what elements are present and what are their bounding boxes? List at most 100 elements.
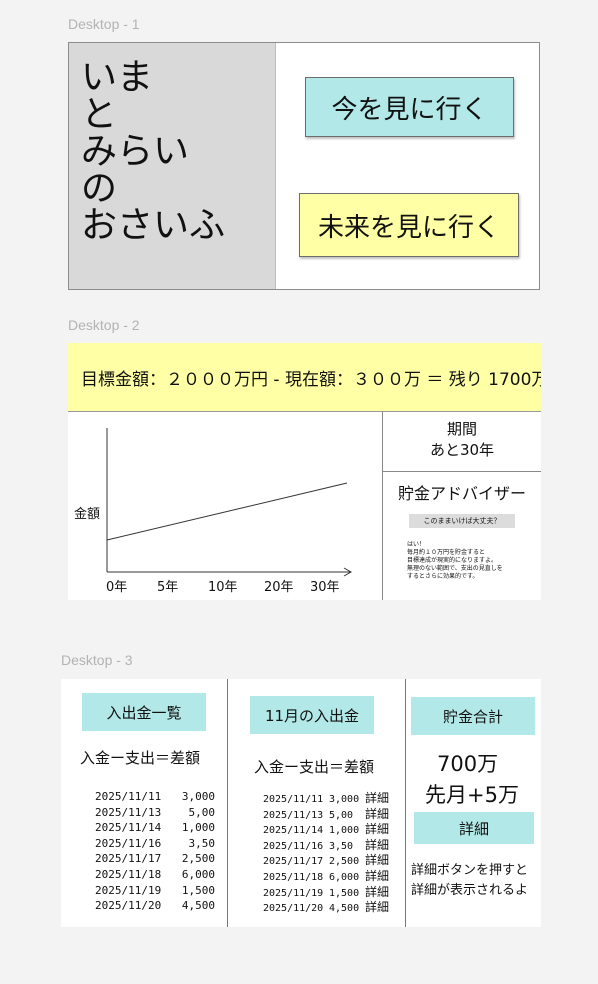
list-item: 2025/11/17 2,500 詳細 <box>263 853 389 869</box>
chart-x-tick: 5年 <box>157 580 179 595</box>
transaction-date: 2025/11/16 <box>263 840 324 852</box>
list-item: 2025/11/18 6,000 詳細 <box>263 869 389 885</box>
list-item: 2025/11/18 6,000 <box>95 867 215 883</box>
advisor-title: 貯金アドバイザー <box>397 484 526 503</box>
panel-divider <box>382 471 541 472</box>
app-title-line: おさいふ <box>81 205 226 246</box>
advisor-answer-line: するとさらに効果的です。 <box>407 573 479 580</box>
monthly-transaction-list: 2025/11/11 3,000 詳細 2025/11/13 5,00 詳細 2025/11… <box>263 791 389 916</box>
list-item: 2025/11/13 5,00 詳細 <box>263 807 389 823</box>
savings-trend-line <box>106 482 348 541</box>
detail-link[interactable]: 詳細 <box>365 853 389 867</box>
transaction-amount: 4,500 <box>329 903 360 915</box>
detail-link[interactable]: 詳細 <box>365 838 389 852</box>
transaction-amount: 1,000 <box>181 821 215 835</box>
transaction-date: 2025/11/11 <box>95 790 162 803</box>
detail-link[interactable]: 詳細 <box>365 885 389 899</box>
view-now-button[interactable]: 今を見に行く <box>305 77 514 137</box>
transaction-amount: 6,000 <box>329 871 360 883</box>
app-title-line: と <box>81 94 118 135</box>
advisor-answer: はい！ 毎月約１０万円を貯金すると 目標達成が現実的になりますよ。 無理のない範… <box>407 541 539 581</box>
app-title-line: いま <box>81 57 154 98</box>
transaction-amount: 5,00 <box>188 805 216 819</box>
detail-note-line: 詳細ボタンを押すと <box>411 863 529 878</box>
transaction-date: 2025/11/16 <box>95 836 162 850</box>
period-value: あと30年 <box>429 441 495 459</box>
chart-x-tick: 0年 <box>106 580 128 595</box>
transaction-date: 2025/11/11 <box>263 794 324 805</box>
chart-x-tick: 10年 <box>208 580 238 595</box>
desktop-3-frame: 入出金一覧 入金ー支出＝差額 2025/11/11 3,000 2025/11/13… <box>61 679 541 927</box>
advisor-question-button[interactable]: このままいけば大丈夫？ <box>409 514 515 528</box>
detail-button[interactable]: 詳細 <box>414 812 534 844</box>
view-future-button[interactable]: 未来を見に行く <box>299 193 519 257</box>
savings-total-header: 貯金合計 <box>411 697 535 735</box>
app-title-panel: いま と みらい の おさいふ <box>69 43 276 289</box>
list-item: 2025/11/13 5,00 <box>95 805 215 821</box>
transaction-amount: 1,500 <box>181 883 215 897</box>
chart-y-label: 金額 <box>74 507 101 522</box>
app-title-line: の <box>81 168 118 209</box>
transaction-amount: 5,00 <box>329 809 354 821</box>
transaction-date: 2025/11/19 <box>95 883 162 897</box>
list-item: 2025/11/20 4,500 詳細 <box>263 900 389 916</box>
chart-x-tick: 20年 <box>264 580 294 595</box>
list-item: 2025/11/19 1,500 詳細 <box>263 885 389 901</box>
formula-label: 入金ー支出＝差額 <box>80 749 201 767</box>
app-title: いま と みらい の おさいふ <box>69 59 225 244</box>
monthly-transactions-header: 11月の入出金 <box>250 696 374 734</box>
transaction-amount: 3,50 <box>188 836 216 850</box>
list-item: 2025/11/14 1,000 詳細 <box>263 822 389 838</box>
goal-banner: 目標金額：２０００万円 - 現在額：３００万 ＝ 残り 1700万 <box>68 343 541 412</box>
list-item: 2025/11/20 4,500 <box>95 898 215 914</box>
transaction-amount: 6,000 <box>181 867 215 881</box>
savings-diff-value: 先月+5万 <box>425 783 519 807</box>
transaction-date: 2025/11/13 <box>95 805 162 819</box>
list-item: 2025/11/19 1,500 <box>95 883 215 899</box>
transaction-date: 2025/11/17 <box>263 856 324 868</box>
transaction-date: 2025/11/19 <box>263 887 324 899</box>
list-item: 2025/11/16 3,50 詳細 <box>263 838 389 854</box>
transaction-amount: 4,500 <box>181 899 215 913</box>
savings-chart <box>106 428 353 577</box>
transaction-amount: 3,000 <box>181 790 215 803</box>
transaction-amount: 2,500 <box>181 852 215 866</box>
transaction-amount: 1,500 <box>329 887 360 899</box>
detail-link[interactable]: 詳細 <box>365 822 389 836</box>
advisor-answer-line: 毎月約１０万円を貯金すると <box>407 549 486 556</box>
transaction-date: 2025/11/18 <box>95 867 162 881</box>
list-item: 2025/11/16 3,50 <box>95 836 215 852</box>
transaction-date: 2025/11/14 <box>263 825 324 837</box>
list-item: 2025/11/11 3,000 詳細 <box>263 791 389 807</box>
transaction-amount: 2,500 <box>329 856 360 868</box>
frame-label-desktop-1: Desktop - 1 <box>68 16 140 32</box>
transaction-list: 2025/11/11 3,000 2025/11/13 5,00 2025/11/14 1… <box>95 789 215 914</box>
savings-total-value: 700万 <box>437 752 499 776</box>
transaction-list-header: 入出金一覧 <box>82 693 206 731</box>
detail-note: 詳細ボタンを押すと 詳細が表示されるよ <box>411 861 528 901</box>
detail-link[interactable]: 詳細 <box>365 791 389 805</box>
transaction-amount: 1,000 <box>329 825 360 837</box>
column-divider <box>405 679 406 927</box>
desktop-1-frame: いま と みらい の おさいふ 今を見に行く 未来を見に行く <box>68 42 540 290</box>
list-item: 2025/11/14 1,000 <box>95 820 215 836</box>
desktop-2-frame: 目標金額：２０００万円 - 現在額：３００万 ＝ 残り 1700万 金額 0年 … <box>68 343 541 600</box>
list-item: 2025/11/11 3,000 <box>95 789 215 805</box>
detail-link[interactable]: 詳細 <box>365 807 389 821</box>
frame-label-desktop-3: Desktop - 3 <box>61 652 133 668</box>
frame-label-desktop-2: Desktop - 2 <box>68 317 140 333</box>
transaction-date: 2025/11/17 <box>95 852 162 866</box>
chart-x-tick: 30年 <box>310 580 340 595</box>
period-panel: 期間 あと30年 <box>383 419 541 461</box>
transaction-amount: 3,000 <box>329 794 360 805</box>
advisor-answer-line: はい！ <box>407 541 426 548</box>
advisor-answer-line: 目標達成が現実的になりますよ。 <box>407 557 498 564</box>
detail-note-line: 詳細が表示されるよ <box>411 883 529 898</box>
app-title-line: みらい <box>81 131 190 172</box>
list-item: 2025/11/17 2,500 <box>95 851 215 867</box>
detail-link[interactable]: 詳細 <box>365 869 389 883</box>
transaction-date: 2025/11/13 <box>263 809 324 821</box>
transaction-amount: 3,50 <box>329 840 354 852</box>
detail-link[interactable]: 詳細 <box>365 900 389 914</box>
transaction-date: 2025/11/18 <box>263 871 324 883</box>
